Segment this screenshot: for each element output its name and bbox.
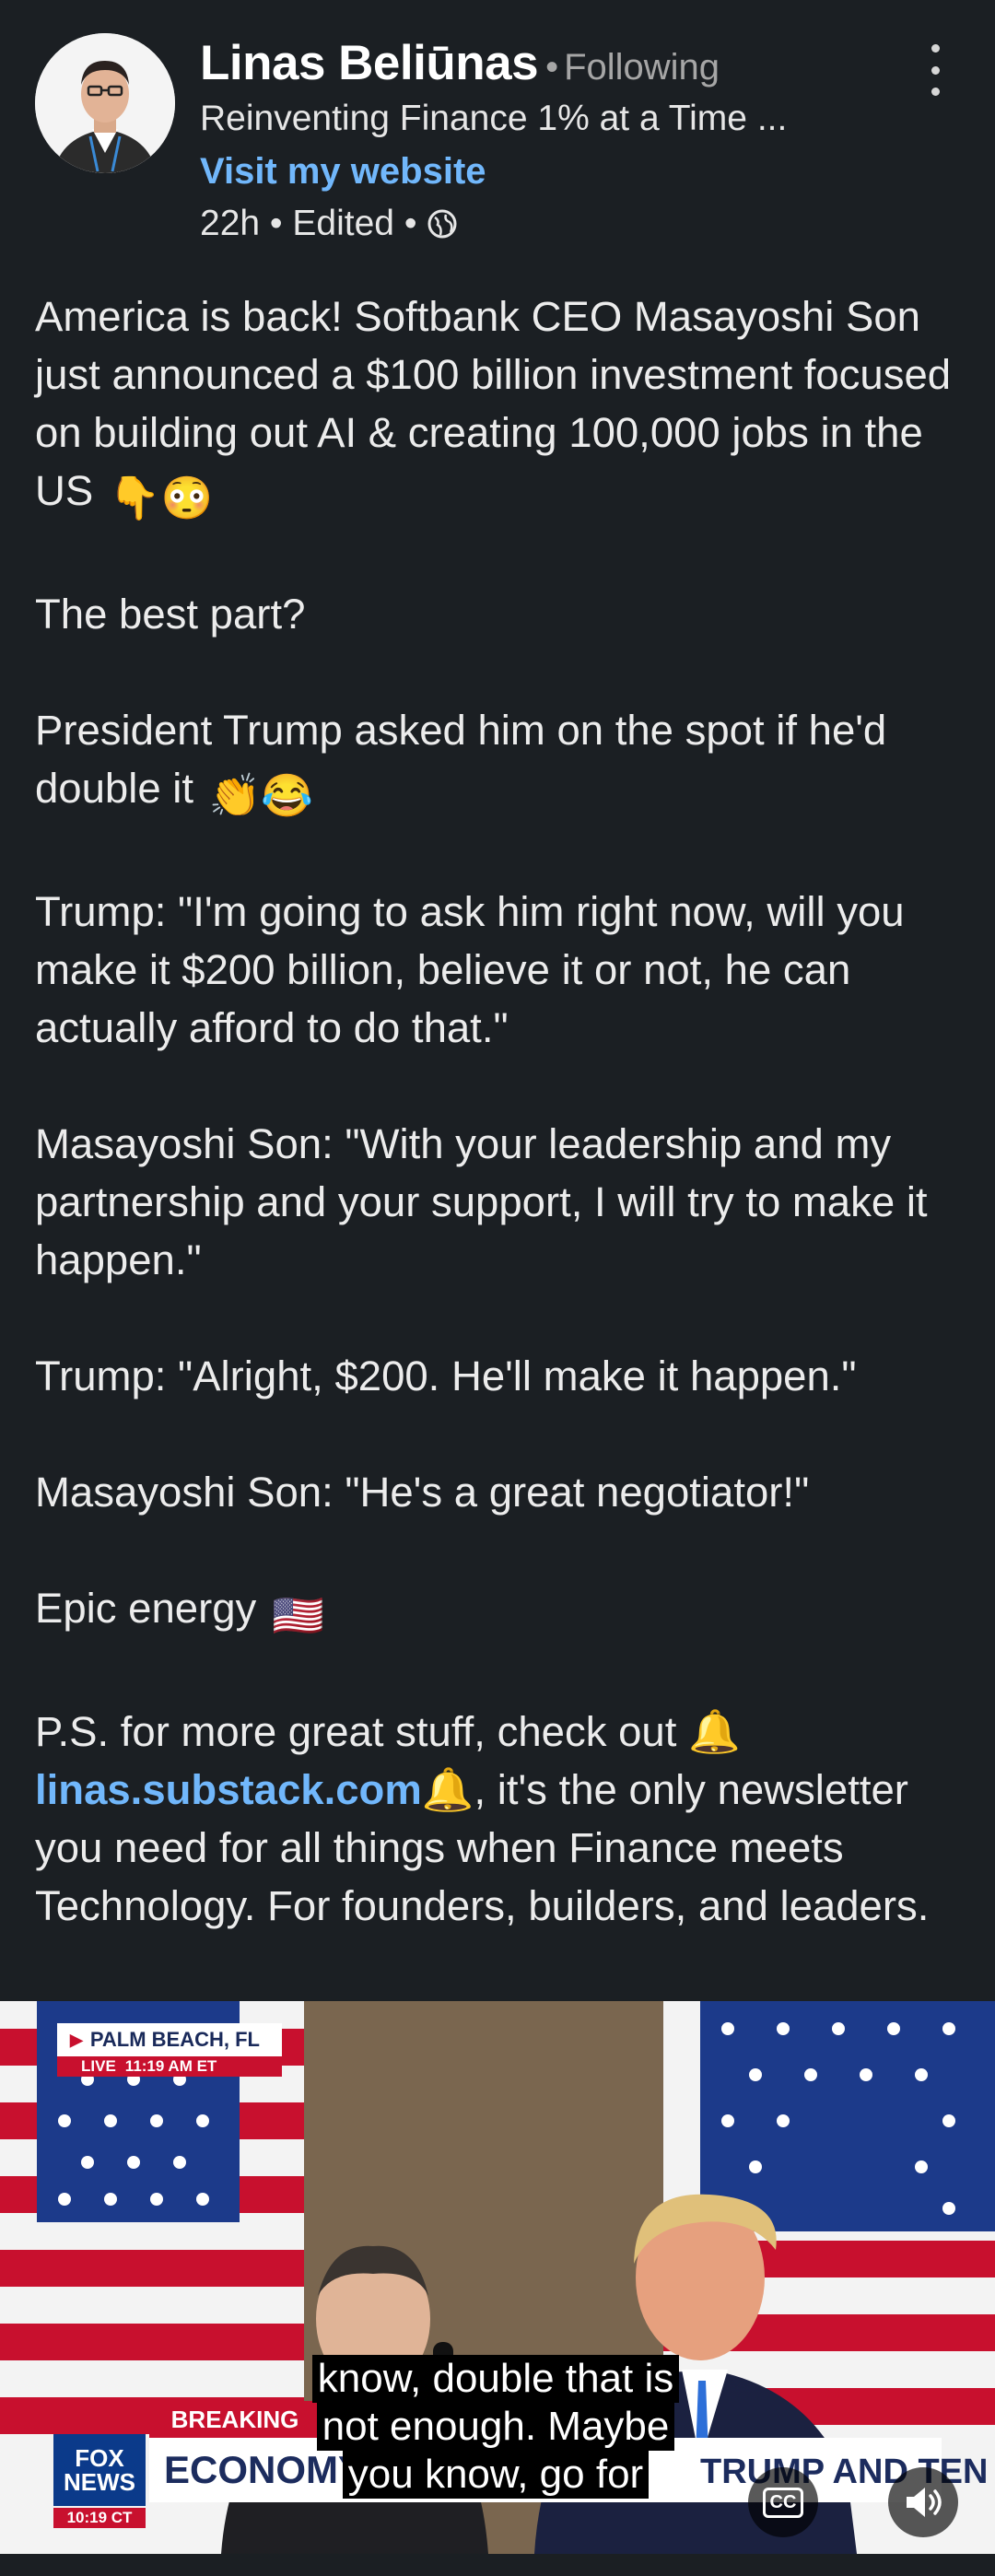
post-timestamp: 22h • Edited • xyxy=(200,204,417,243)
separator-dot: • xyxy=(545,47,559,88)
video-player[interactable]: ▶ PALM BEACH, FL LIVE 11:19 AM ET BREAKI… xyxy=(0,2001,995,2554)
caption-line: you know, go for xyxy=(342,2451,650,2499)
globe-icon xyxy=(427,209,457,239)
bottom-edge xyxy=(0,2554,995,2576)
post-body: America is back! Softbank CEO Masayoshi … xyxy=(35,287,966,1935)
us-flag-emoji: 🇺🇸 xyxy=(271,1592,324,1639)
tears-of-joy-emoji: 😂 xyxy=(261,772,313,819)
fox-news-logo: FOX NEWS xyxy=(53,2434,146,2506)
bell-emoji: 🔔 xyxy=(688,1708,741,1755)
post-paragraph: Trump: "I'm going to ask him right now, … xyxy=(35,888,905,1051)
post-paragraph: Trump: "Alright, $200. He'll make it hap… xyxy=(35,1352,857,1399)
caption-line: know, double that is xyxy=(311,2355,680,2403)
pointing-down-emoji: 👇 xyxy=(108,474,161,521)
cc-icon: CC xyxy=(762,2487,804,2518)
flushed-face-emoji: 😳 xyxy=(160,474,214,521)
visit-website-link[interactable]: Visit my website xyxy=(200,151,486,193)
volume-button[interactable] xyxy=(888,2467,958,2537)
post-meta: 22h • Edited • xyxy=(200,204,459,244)
network-time: 10:19 CT xyxy=(53,2508,146,2528)
post-paragraph: Epic energy 🇺🇸 xyxy=(35,1579,966,1645)
post-paragraph: Masayoshi Son: "He's a great negotiator!… xyxy=(35,1469,810,1516)
post-paragraph: President Trump asked him on the spot if… xyxy=(35,701,966,825)
follow-status: Following xyxy=(564,47,720,88)
post-paragraph: America is back! Softbank CEO Masayoshi … xyxy=(35,287,966,527)
post-header: Linas Beliūnas • Following Reinventing F… xyxy=(0,0,995,267)
post-paragraph: P.S. for more great stuff, check out 🔔 l… xyxy=(35,1708,930,1929)
closed-captions-button[interactable]: CC xyxy=(748,2467,818,2537)
author-name-row: Linas Beliūnas • Following xyxy=(200,35,720,91)
author-avatar[interactable] xyxy=(35,33,175,173)
post-paragraph: Masayoshi Son: "With your leadership and… xyxy=(35,1120,928,1283)
author-name[interactable]: Linas Beliūnas xyxy=(200,35,539,91)
caption-line: not enough. Maybe xyxy=(316,2403,675,2451)
author-tagline: Reinventing Finance 1% at a Time ... xyxy=(200,99,788,138)
post-paragraph: The best part? xyxy=(35,591,306,638)
bell-emoji: 🔔 xyxy=(421,1766,474,1813)
video-caption: know, double that is not enough. Maybe y… xyxy=(293,2355,698,2499)
clapping-hands-emoji: 👏 xyxy=(208,772,262,819)
location-tag: ▶ PALM BEACH, FL xyxy=(57,2023,282,2056)
newsletter-link[interactable]: linas.substack.com xyxy=(35,1766,422,1813)
speaker-icon xyxy=(907,2488,942,2517)
more-vertical-icon[interactable] xyxy=(917,44,954,96)
live-tag: LIVE 11:19 AM ET xyxy=(57,2056,282,2077)
